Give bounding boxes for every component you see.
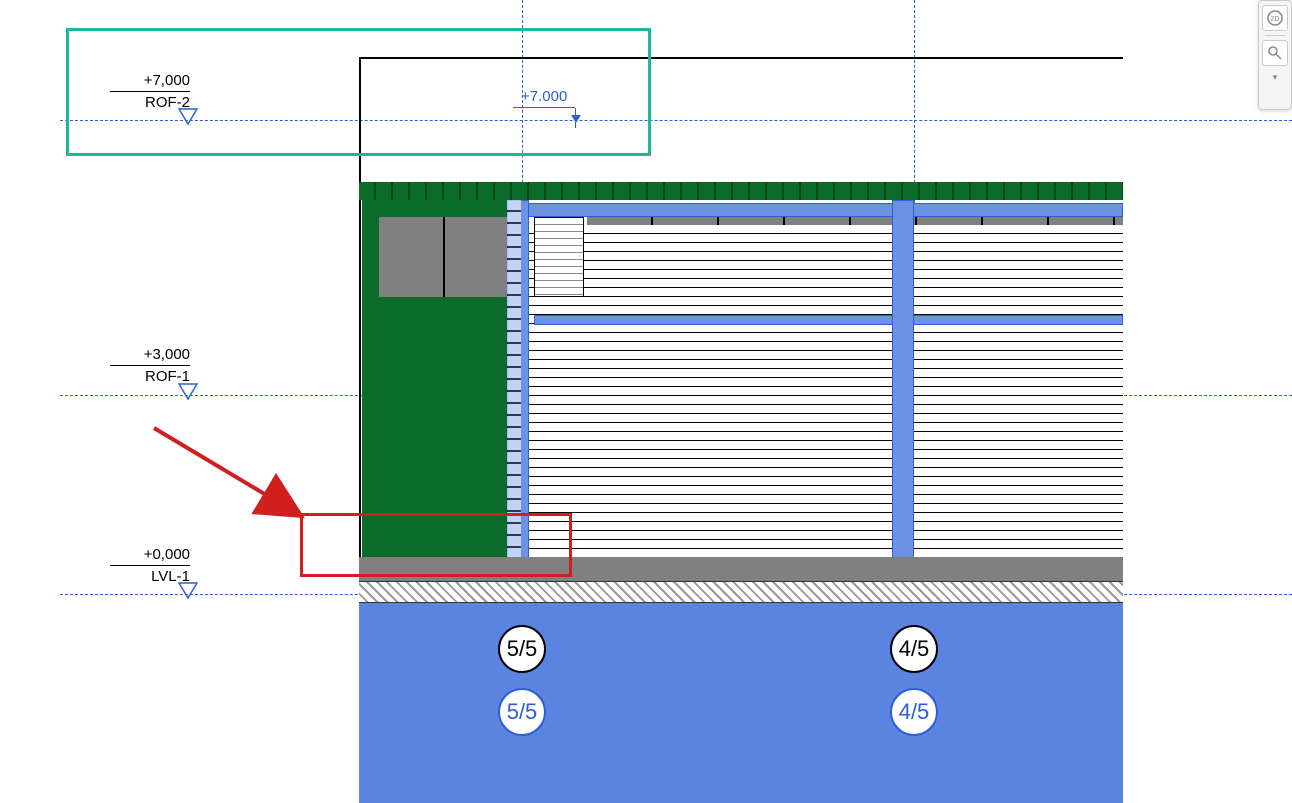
grid-bubble-text: 4/5 (899, 636, 930, 662)
grid-bubble-text: 5/5 (507, 636, 538, 662)
stair-opening (534, 217, 584, 297)
nav-zoom-button[interactable] (1262, 40, 1288, 66)
level-elev: +3,000 (110, 346, 190, 366)
mullion-lines (379, 217, 507, 297)
divider (1265, 35, 1285, 36)
drawing-canvas[interactable]: +7,000 ROF-2 +3,000 ROF-1 +0,000 LVL-1 +… (0, 0, 1292, 802)
building-section (359, 57, 1123, 802)
chevron-down-icon: ▾ (1273, 72, 1278, 83)
nav-dropdown-button[interactable]: ▾ (1262, 70, 1288, 84)
svg-text:2D: 2D (1271, 16, 1280, 23)
grid-bubble-text: 4/5 (899, 699, 930, 725)
level-tag-lvl1[interactable]: +0,000 LVL-1 (110, 546, 190, 585)
annotation-teal-box (66, 28, 651, 156)
interior-siding (529, 225, 1123, 557)
grid-bubble-4-blue[interactable]: 4/5 (890, 688, 938, 736)
steel-column-4 (892, 200, 914, 597)
level-head-icon (178, 582, 198, 602)
ground-hatch (359, 581, 1123, 603)
magnifier-icon (1267, 45, 1283, 61)
grid-bubble-text: 5/5 (507, 699, 538, 725)
annotation-red-arrow-icon (148, 422, 306, 522)
below-grade-fill (359, 603, 1123, 803)
nav-2d-icon: 2D (1266, 9, 1284, 27)
steel-beam-mid (534, 315, 1123, 325)
grid-bubble-4-black[interactable]: 4/5 (890, 625, 938, 673)
level-tag-rof1[interactable]: +3,000 ROF-1 (110, 346, 190, 385)
grid-bubble-5-black[interactable]: 5/5 (498, 625, 546, 673)
grid-bubble-5-blue[interactable]: 5/5 (498, 688, 546, 736)
navigation-bar: 2D ▾ (1258, 0, 1292, 110)
steel-beam-top (507, 203, 1123, 217)
roof-pattern (359, 182, 1123, 200)
level-elev: +0,000 (110, 546, 190, 566)
annotation-red-box (300, 513, 572, 577)
nav-2d-button[interactable]: 2D (1262, 5, 1288, 31)
level-head-icon (178, 383, 198, 403)
